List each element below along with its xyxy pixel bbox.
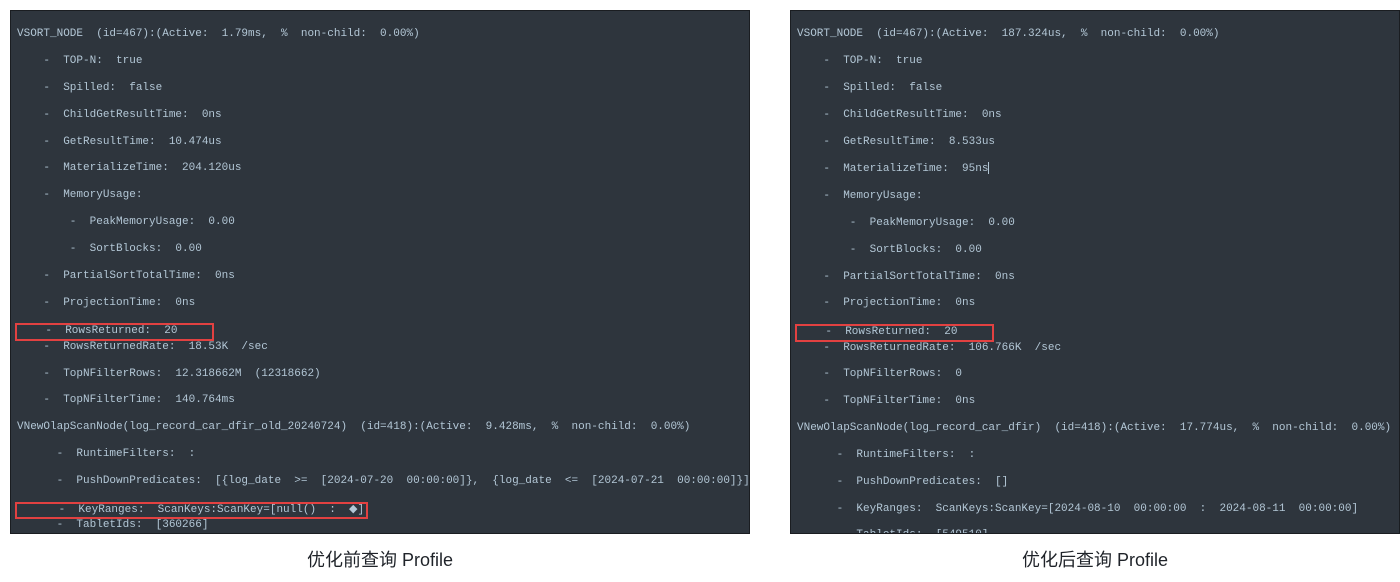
line: - ChildGetResultTime: 0ns <box>797 109 1393 122</box>
line: - TopNFilterTime: 140.764ms <box>17 394 743 407</box>
line: - MemoryUsage: <box>17 189 743 202</box>
line: - ProjectionTime: 0ns <box>17 297 743 310</box>
line: - TOP-N: true <box>797 55 1393 68</box>
line: VSORT_NODE (id=467):(Active: 187.324us, … <box>797 28 1393 41</box>
caption-after: 优化后查询 Profile <box>1022 546 1168 572</box>
line: - MaterializeTime: 204.120us <box>17 162 743 175</box>
line: - TopNFilterRows: 12.318662M (12318662) <box>17 368 743 381</box>
line: - TOP-N: true <box>17 55 743 68</box>
line: - RowsReturnedRate: 106.766K /sec <box>797 342 1393 355</box>
line: - Spilled: false <box>797 82 1393 95</box>
left-panel-wrap: VSORT_NODE (id=467):(Active: 1.79ms, % n… <box>10 10 750 572</box>
line: - PeakMemoryUsage: 0.00 <box>797 217 1393 230</box>
line: - TabletIds: [360266] <box>17 519 743 532</box>
rows-returned-highlight: - RowsReturned: 20 <box>795 324 994 341</box>
line: - PushDownPredicates: [] <box>797 476 1393 489</box>
right-panel-wrap: VSORT_NODE (id=467):(Active: 187.324us, … <box>790 10 1400 572</box>
line: - MaterializeTime: 95ns <box>797 162 1393 176</box>
line: - PartialSortTotalTime: 0ns <box>797 271 1393 284</box>
line: - PartialSortTotalTime: 0ns <box>17 270 743 283</box>
line: - ChildGetResultTime: 0ns <box>17 109 743 122</box>
rows-returned-highlight: - RowsReturned: 20 <box>15 323 214 340</box>
line: - RowsReturnedRate: 18.53K /sec <box>17 341 743 354</box>
text-cursor <box>988 162 989 174</box>
line: - PushDownPredicates: [{log_date >= [202… <box>17 475 743 488</box>
line: - SortBlocks: 0.00 <box>17 243 743 256</box>
profile-before-terminal: VSORT_NODE (id=467):(Active: 1.79ms, % n… <box>10 10 750 534</box>
materialize-time: - MaterializeTime: 95ns <box>797 163 988 175</box>
line: - PeakMemoryUsage: 0.00 <box>17 216 743 229</box>
line: - GetResultTime: 8.533us <box>797 136 1393 149</box>
line: - KeyRanges: ScanKeys:ScanKey=[2024-08-1… <box>797 503 1393 516</box>
keyranges-highlight: - KeyRanges: ScanKeys:ScanKey=[null() : … <box>15 502 368 519</box>
line: - ProjectionTime: 0ns <box>797 297 1393 310</box>
profile-after-terminal: VSORT_NODE (id=467):(Active: 187.324us, … <box>790 10 1400 534</box>
line: - SortBlocks: 0.00 <box>797 244 1393 257</box>
line: VNewOlapScanNode(log_record_car_dfir) (i… <box>797 422 1393 435</box>
line: - TopNFilterTime: 0ns <box>797 395 1393 408</box>
comparison-container: VSORT_NODE (id=467):(Active: 1.79ms, % n… <box>10 10 1390 572</box>
line: - RuntimeFilters: : <box>797 449 1393 462</box>
line: - MemoryUsage: <box>797 190 1393 203</box>
line: - TopNFilterRows: 0 <box>797 368 1393 381</box>
caption-before: 优化前查询 Profile <box>307 546 453 572</box>
line: - RuntimeFilters: : <box>17 448 743 461</box>
line: VNewOlapScanNode(log_record_car_dfir_old… <box>17 421 743 434</box>
line: - GetResultTime: 10.474us <box>17 136 743 149</box>
line: VSORT_NODE (id=467):(Active: 1.79ms, % n… <box>17 28 743 41</box>
line: - TabletIds: [549510] <box>797 529 1393 534</box>
line: - Spilled: false <box>17 82 743 95</box>
